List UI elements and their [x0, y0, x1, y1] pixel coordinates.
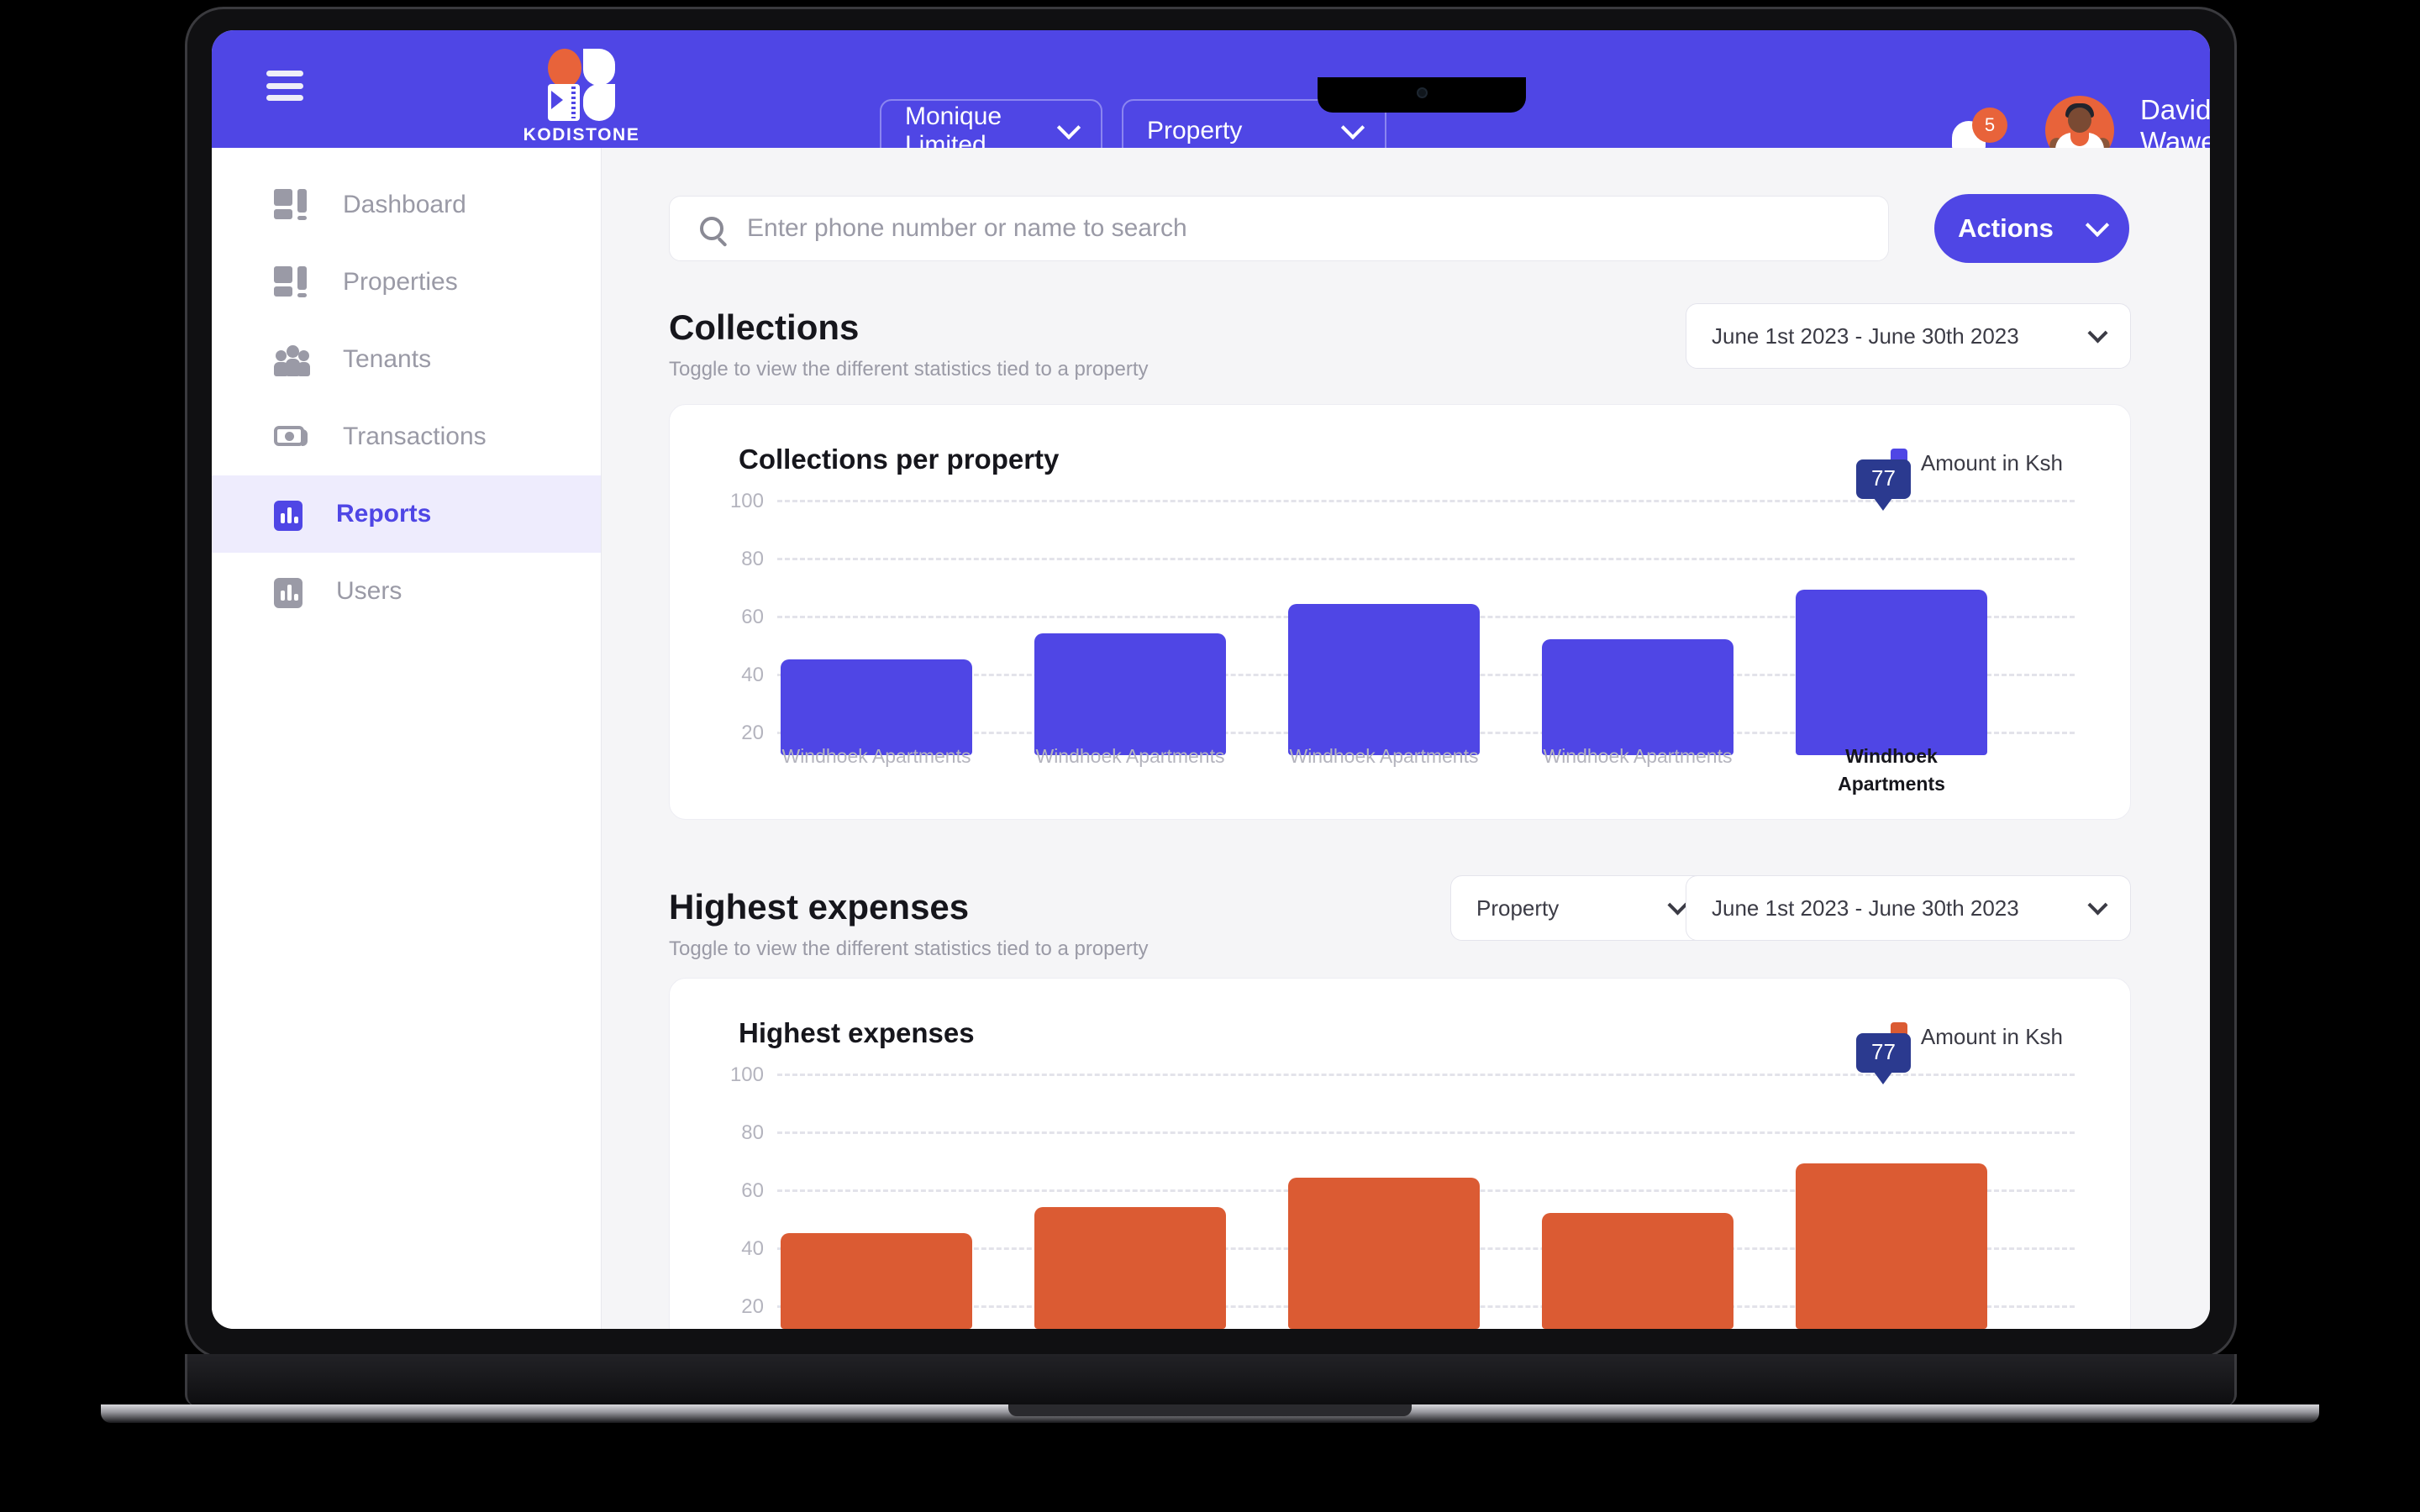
- chart-title: Collections per property: [739, 444, 1060, 475]
- sidebar-item-label: Transactions: [343, 423, 487, 450]
- property-scope-label: Property: [1147, 117, 1243, 144]
- collections-date-range-label: June 1st 2023 - June 30th 2023: [1712, 323, 2019, 349]
- laptop-trackpad-notch: [1008, 1404, 1412, 1416]
- x-axis-label-active: Windhoek Apartments: [1838, 745, 1945, 795]
- chart-legend: Amount in Ksh: [1890, 449, 2063, 477]
- chart-bar[interactable]: [1542, 639, 1733, 755]
- chart-title: Highest expenses: [739, 1017, 975, 1048]
- expenses-chart-card: Highest expenses Amount in Ksh 100 80 60…: [669, 978, 2131, 1329]
- chart-tooltip: 77: [1856, 1033, 1911, 1084]
- sidebar-item-dashboard[interactable]: Dashboard: [212, 166, 601, 244]
- expenses-date-range-select[interactable]: June 1st 2023 - June 30th 2023: [1686, 875, 2131, 941]
- kodistone-flower-logo: [546, 49, 617, 121]
- gridline: [777, 1131, 2075, 1134]
- dashboard-grid-icon: [274, 187, 309, 223]
- expenses-property-select[interactable]: Property: [1450, 875, 1711, 941]
- search-input[interactable]: [747, 214, 1823, 243]
- legend-label: Amount in Ksh: [1920, 449, 2063, 475]
- sidebar-item-transactions[interactable]: Transactions: [212, 398, 601, 475]
- chart-bar[interactable]: [1288, 1178, 1480, 1329]
- laptop-screen: KODISTONE Monique Limited Property 5 Dav…: [212, 30, 2210, 1329]
- collections-date-range-select[interactable]: June 1st 2023 - June 30th 2023: [1686, 303, 2131, 369]
- chart-tooltip-value: 77: [1871, 465, 1896, 491]
- y-tick: 100: [729, 1063, 764, 1086]
- collections-chart-card: Collections per property Amount in Ksh 1…: [669, 404, 2131, 820]
- chevron-down-icon: [1340, 115, 1365, 140]
- y-tick: 80: [741, 548, 764, 570]
- chart-tooltip-value: 77: [1871, 1039, 1896, 1064]
- hamburger-menu-icon[interactable]: [266, 71, 303, 101]
- sidebar-item-reports[interactable]: Reports: [212, 475, 601, 553]
- sidebar-item-label: Properties: [343, 268, 458, 296]
- chevron-down-icon: [2087, 322, 2108, 344]
- brand-name: KODISTONE: [523, 125, 640, 144]
- y-tick: 60: [741, 606, 764, 628]
- y-tick: 60: [741, 1179, 764, 1202]
- notification-count-badge: 5: [1972, 108, 2007, 143]
- sidebar-item-label: Tenants: [343, 345, 432, 373]
- y-tick: 40: [741, 664, 764, 686]
- cash-icon: [274, 419, 309, 454]
- chart-tooltip: 77: [1856, 459, 1911, 511]
- laptop-base: [185, 1354, 2237, 1406]
- chart-legend: Amount in Ksh: [1890, 1022, 2063, 1051]
- chevron-down-icon: [1667, 894, 1688, 916]
- collections-plot: 100 80 60 40 20 77 Windhoek Apartments W…: [670, 459, 2132, 795]
- chart-bar[interactable]: [1542, 1213, 1733, 1329]
- bar-chart-icon: [274, 500, 302, 531]
- search-bar[interactable]: [669, 196, 1889, 261]
- expenses-date-range-label: June 1st 2023 - June 30th 2023: [1712, 895, 2019, 921]
- people-icon: [274, 342, 310, 377]
- sidebar-item-label: Reports: [336, 500, 432, 528]
- chart-bar[interactable]: [1796, 590, 1987, 755]
- expenses-plot: 100 80 60 40 20 77: [670, 1033, 2132, 1329]
- camera-icon: [1417, 87, 1428, 98]
- kodistone-app: KODISTONE Monique Limited Property 5 Dav…: [212, 30, 2210, 1329]
- x-axis-label: Windhoek Apartments: [781, 745, 971, 767]
- chevron-down-icon: [2085, 213, 2109, 238]
- chart-bar[interactable]: [1034, 1207, 1226, 1329]
- y-tick: 20: [741, 1295, 764, 1318]
- properties-grid-icon: [274, 265, 309, 300]
- chevron-down-icon: [1056, 115, 1081, 140]
- x-axis-label: Windhoek Apartments: [1035, 745, 1225, 767]
- sidebar-item-users[interactable]: Users: [212, 553, 601, 630]
- y-tick: 40: [741, 1237, 764, 1260]
- x-axis-label: Windhoek Apartments: [1543, 745, 1733, 767]
- main-content: Actions Collections Toggle to view the d…: [602, 148, 2210, 1329]
- expenses-property-label: Property: [1476, 895, 1560, 921]
- brand-logo[interactable]: KODISTONE: [510, 49, 653, 145]
- bar-chart-icon: [274, 577, 302, 608]
- sidebar-item-properties[interactable]: Properties: [212, 244, 601, 321]
- y-tick: 80: [741, 1121, 764, 1144]
- sidebar-item-label: Users: [336, 577, 402, 605]
- actions-button-label: Actions: [1958, 213, 2054, 243]
- y-tick: 100: [729, 490, 764, 512]
- sidebar-item-tenants[interactable]: Tenants: [212, 321, 601, 398]
- sidebar: Dashboard Properties Tenants Transaction…: [212, 148, 602, 1329]
- actions-button[interactable]: Actions: [1934, 194, 2129, 263]
- search-icon: [700, 217, 723, 240]
- sidebar-item-label: Dashboard: [343, 191, 466, 218]
- laptop-device-frame: KODISTONE Monique Limited Property 5 Dav…: [0, 0, 2420, 1512]
- expenses-subtitle: Toggle to view the different statistics …: [669, 937, 1149, 960]
- chart-bar[interactable]: [781, 1233, 972, 1329]
- chart-bar[interactable]: [1034, 633, 1226, 755]
- top-navigation-bar: KODISTONE Monique Limited Property 5 Dav…: [212, 30, 2210, 186]
- chart-bar[interactable]: [1288, 604, 1480, 755]
- chart-bar[interactable]: [781, 659, 972, 755]
- x-axis-label: Windhoek Apartments: [1289, 745, 1479, 767]
- gridline: [777, 558, 2075, 560]
- y-tick: 20: [741, 722, 764, 744]
- chevron-down-icon: [2087, 894, 2108, 916]
- legend-label: Amount in Ksh: [1920, 1023, 2063, 1049]
- chart-bar[interactable]: [1796, 1163, 1987, 1329]
